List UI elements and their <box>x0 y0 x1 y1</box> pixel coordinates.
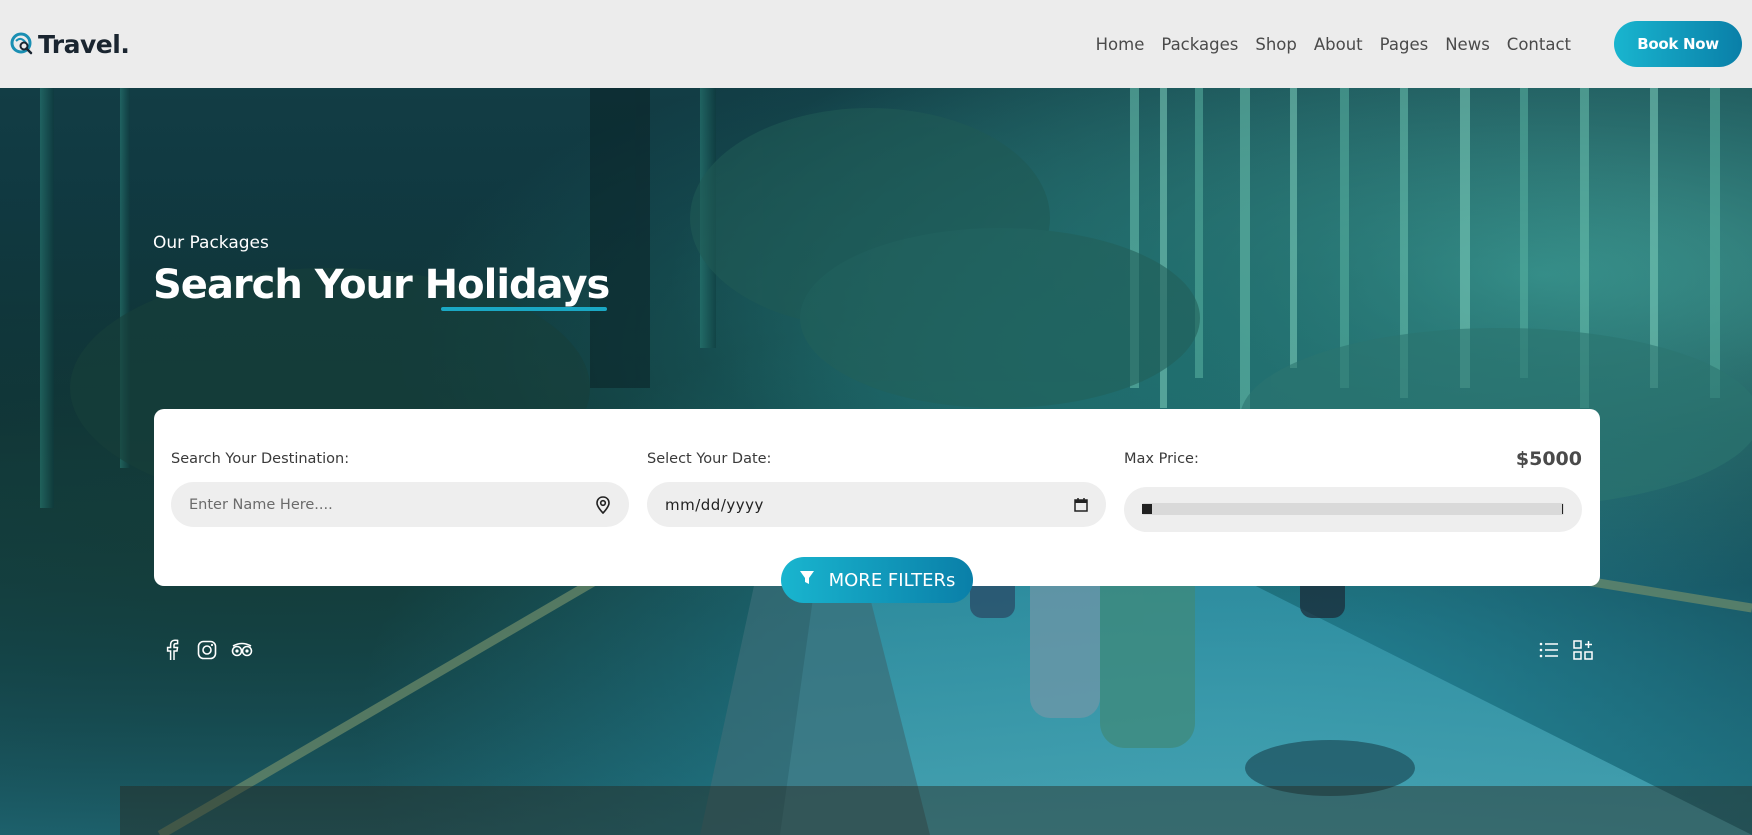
social-links <box>161 639 253 661</box>
instagram-icon[interactable] <box>196 639 218 661</box>
nav-pages[interactable]: Pages <box>1380 35 1429 54</box>
more-filters-label: MORE FILTERs <box>828 569 956 591</box>
slider-thumb-max[interactable] <box>1562 504 1563 514</box>
content-strip <box>120 786 1752 835</box>
list-view-icon[interactable] <box>1538 639 1560 661</box>
price-value: $5000 <box>1515 448 1582 470</box>
destination-label: Search Your Destination: <box>171 451 350 467</box>
nav-shop[interactable]: Shop <box>1255 35 1297 54</box>
filter-funnel-icon <box>799 570 815 591</box>
date-label: Select Your Date: <box>647 451 772 467</box>
price-slider[interactable] <box>1124 487 1582 532</box>
site-header: Travel. Home Packages Shop About Pages N… <box>0 0 1752 88</box>
slider-thumb-min[interactable] <box>1142 504 1152 514</box>
hero-eyebrow: Our Packages <box>153 233 269 253</box>
title-underline <box>441 307 607 311</box>
location-pin-icon <box>595 495 611 514</box>
nav-packages[interactable]: Packages <box>1161 35 1238 54</box>
facebook-icon[interactable] <box>161 639 183 661</box>
more-filters-button[interactable]: MORE FILTERs <box>781 557 973 603</box>
calendar-icon[interactable] <box>1074 497 1088 512</box>
brand-name: Travel. <box>38 29 130 59</box>
destination-input[interactable]: Enter Name Here.... <box>171 482 629 527</box>
price-label: Max Price: <box>1124 451 1199 467</box>
nav-about[interactable]: About <box>1314 35 1363 54</box>
book-now-button[interactable]: Book Now <box>1614 21 1742 67</box>
nav-home[interactable]: Home <box>1096 35 1145 54</box>
main-nav: Home Packages Shop About Pages News Cont… <box>1096 21 1742 67</box>
nav-news[interactable]: News <box>1445 35 1490 54</box>
slider-track[interactable] <box>1142 503 1564 515</box>
globe-search-icon <box>10 31 36 57</box>
date-value: mm/dd/yyyy <box>665 495 764 514</box>
nav-contact[interactable]: Contact <box>1507 35 1571 54</box>
brand-logo[interactable]: Travel. <box>10 29 130 59</box>
tripadvisor-icon[interactable] <box>231 639 253 661</box>
date-input[interactable]: mm/dd/yyyy <box>647 482 1106 527</box>
hero-title: Search Your Holidays <box>153 262 610 308</box>
view-toggles <box>1538 639 1594 661</box>
grid-view-icon[interactable] <box>1572 639 1594 661</box>
destination-placeholder: Enter Name Here.... <box>189 496 333 513</box>
